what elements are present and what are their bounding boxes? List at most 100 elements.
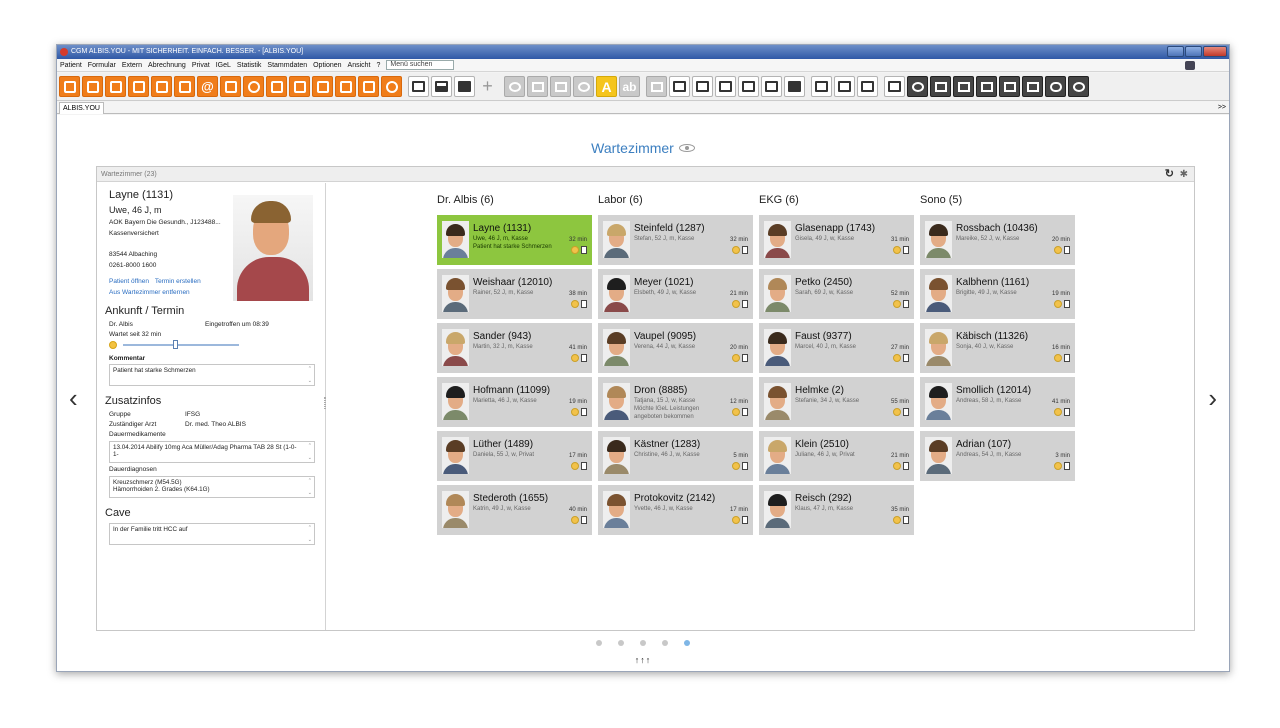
document-icon[interactable] xyxy=(174,76,195,97)
patient-card[interactable]: Weishaar (12010) Rainer, 52 J, m, Kasse 38… xyxy=(437,269,592,319)
statistics-icon[interactable] xyxy=(335,76,356,97)
menu-formular[interactable]: Formular xyxy=(88,62,116,69)
document-icon[interactable] xyxy=(903,408,909,416)
layout-2-icon[interactable] xyxy=(669,76,690,97)
checklist-icon[interactable] xyxy=(289,76,310,97)
patient-card[interactable]: Adrian (107) Andreas, 54 J, m, Kasse 3 min xyxy=(920,431,1075,481)
window-full-icon[interactable] xyxy=(454,76,475,97)
document-icon[interactable] xyxy=(581,462,587,470)
document-icon[interactable] xyxy=(742,516,748,524)
patient-card[interactable]: Faust (9377) Marcel, 40 J, m, Kasse 27 min xyxy=(759,323,914,373)
patient-card[interactable]: Kalbhenn (1161) Brigitte, 49 J, w, Kasse 1… xyxy=(920,269,1075,319)
scale-icon[interactable] xyxy=(953,76,974,97)
page-dot[interactable] xyxy=(596,640,602,646)
patient-card[interactable]: Lüther (1489) Daniela, 55 J, w, Privat 17 … xyxy=(437,431,592,481)
layout-4-icon[interactable] xyxy=(715,76,736,97)
close-button[interactable] xyxy=(1203,46,1227,57)
document-icon[interactable] xyxy=(903,354,909,362)
refresh-icon[interactable]: ↻ xyxy=(1165,168,1174,181)
document-icon[interactable] xyxy=(1064,354,1070,362)
menu-extern[interactable]: Extern xyxy=(122,62,142,69)
settings-icon[interactable]: ✱ xyxy=(1180,168,1188,181)
medication-icon[interactable] xyxy=(220,76,241,97)
patient-card[interactable]: Petko (2450) Sarah, 69 J, w, Kasse 52 min xyxy=(759,269,914,319)
font-icon[interactable]: A xyxy=(596,76,617,97)
pill-icon[interactable] xyxy=(1045,76,1066,97)
document-icon[interactable] xyxy=(1064,408,1070,416)
layout-8-icon[interactable] xyxy=(834,76,855,97)
document-icon[interactable] xyxy=(903,246,909,254)
glasses-icon[interactable] xyxy=(504,76,525,97)
open-patient-link[interactable]: Patient öffnen xyxy=(109,278,149,285)
open-folder-icon[interactable] xyxy=(82,76,103,97)
email-icon[interactable]: @ xyxy=(197,76,218,97)
layout-p-icon[interactable] xyxy=(811,76,832,97)
cave-field[interactable]: In der Familie tritt HCC auf ⌃ ⌄ xyxy=(109,523,315,545)
menu-help[interactable]: ? xyxy=(377,62,381,69)
patient-card[interactable]: Protokovitz (2142) Yvette, 46 J, w, Kasse… xyxy=(598,485,753,535)
patient-card[interactable]: Smollich (12014) Andreas, 58 J, m, Kasse 4… xyxy=(920,377,1075,427)
page-dot[interactable] xyxy=(684,640,690,646)
patient-card[interactable]: Dron (8885) Tatjana, 15 J, w, Kasse Möchte… xyxy=(598,377,753,427)
igel-icon[interactable] xyxy=(1022,76,1043,97)
layout-3-icon[interactable] xyxy=(692,76,713,97)
expand-arrows[interactable]: ↑↑↑ xyxy=(57,655,1229,665)
scroll-arrows-icon[interactable]: ⌃ ⌄ xyxy=(308,478,312,496)
window-empty-icon[interactable] xyxy=(408,76,429,97)
chevron-right-icon[interactable]: › xyxy=(1208,383,1217,414)
document-icon[interactable] xyxy=(581,516,587,524)
minimize-button[interactable] xyxy=(1167,46,1184,57)
document-icon[interactable] xyxy=(742,354,748,362)
menu-search-input[interactable]: Menü suchen xyxy=(386,60,455,70)
patient-card[interactable]: Meyer (1021) Elsbeth, 49 J, w, Kasse 21 mi… xyxy=(598,269,753,319)
scroll-arrows-icon[interactable]: ⌃ ⌄ xyxy=(308,525,312,543)
scroll-arrows-icon[interactable]: ⌃ ⌄ xyxy=(308,443,312,461)
patient-card[interactable]: Kästner (1283) Christine, 46 J, w, Kasse 5… xyxy=(598,431,753,481)
tab-albis-you[interactable]: ALBIS.YOU xyxy=(59,102,104,114)
maximize-button[interactable] xyxy=(1185,46,1202,57)
document-icon[interactable] xyxy=(1064,300,1070,308)
layout-6-icon[interactable] xyxy=(761,76,782,97)
chart-icon[interactable] xyxy=(151,76,172,97)
info-icon[interactable] xyxy=(358,76,379,97)
page-dot[interactable] xyxy=(640,640,646,646)
eye-icon[interactable] xyxy=(678,144,695,152)
star-icon[interactable] xyxy=(999,76,1020,97)
document-icon[interactable] xyxy=(903,300,909,308)
doc-icon[interactable] xyxy=(884,76,905,97)
patient-card[interactable]: Rossbach (10436) Mareike, 52 J, w, Kasse 2… xyxy=(920,215,1075,265)
patient-card[interactable]: Steinfeld (1287) Stefan, 52 J, m, Kasse 32… xyxy=(598,215,753,265)
menu-privat[interactable]: Privat xyxy=(192,62,210,69)
patient-card[interactable]: Sander (943) Martin, 32 J, m, Kasse 41 min xyxy=(437,323,592,373)
patient-card[interactable]: Layne (1131) Uwe, 46 J, m, Kasse Patient h… xyxy=(437,215,592,265)
tab-overflow-button[interactable]: >> xyxy=(1218,102,1226,114)
document-icon[interactable] xyxy=(742,246,748,254)
menu-patient[interactable]: Patient xyxy=(60,62,82,69)
menu-abrechnung[interactable]: Abrechnung xyxy=(148,62,186,69)
menu-igel[interactable]: IGeL xyxy=(216,62,231,69)
new-document-icon[interactable] xyxy=(59,76,80,97)
patient-card[interactable]: Hofmann (11099) Marietta, 46 J, w, Kasse 1… xyxy=(437,377,592,427)
tools-icon[interactable] xyxy=(128,76,149,97)
menu-optionen[interactable]: Optionen xyxy=(313,62,341,69)
layout-1-icon[interactable] xyxy=(646,76,667,97)
layout-9-icon[interactable] xyxy=(857,76,878,97)
calendar-icon[interactable] xyxy=(312,76,333,97)
patient-card[interactable]: Glasenapp (1743) Gisela, 49 J, w, Kasse 31… xyxy=(759,215,914,265)
remove-from-waiting-room-link[interactable]: Aus Wartezimmer entfernen xyxy=(109,289,190,296)
document-icon[interactable] xyxy=(581,354,587,362)
print-icon[interactable] xyxy=(550,76,571,97)
document-icon[interactable] xyxy=(1064,462,1070,470)
hand-icon[interactable] xyxy=(976,76,997,97)
wait-slider[interactable] xyxy=(123,340,239,349)
document-icon[interactable] xyxy=(903,516,909,524)
scroll-arrows-icon[interactable]: ⌃ ⌄ xyxy=(308,366,312,384)
user-icon[interactable] xyxy=(1185,61,1195,70)
medication-field[interactable]: 13.04.2014 Abilify 10mg Aca Müller/Adag … xyxy=(109,441,315,463)
comment-field[interactable]: Patient hat starke Schmerzen ⌃ ⌄ xyxy=(109,364,315,386)
patient-card[interactable]: Helmke (2) Stefanie, 34 J, w, Kasse 55 min xyxy=(759,377,914,427)
document-icon[interactable] xyxy=(581,300,587,308)
menu-statistik[interactable]: Statistik xyxy=(237,62,262,69)
document-icon[interactable] xyxy=(581,408,587,416)
document-icon[interactable] xyxy=(742,408,748,416)
